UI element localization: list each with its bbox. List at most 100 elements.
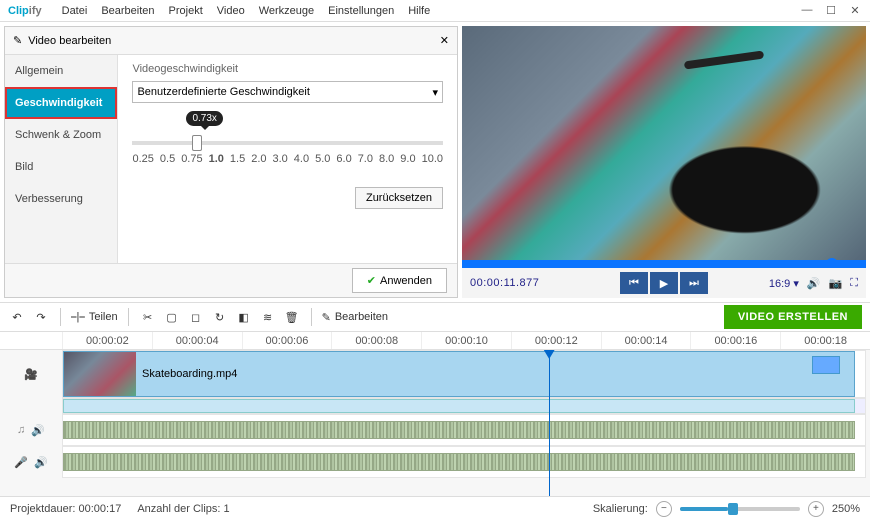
tab-image[interactable]: Bild: [5, 151, 117, 183]
audio2-body[interactable]: [62, 446, 866, 478]
maximize-icon[interactable]: ☐: [824, 4, 838, 17]
fullscreen-icon[interactable]: ⛶: [850, 277, 858, 290]
edit-panel-content: Videogeschwindigkeit Benutzerdefinierte …: [118, 55, 457, 263]
menu-file[interactable]: Datei: [62, 5, 88, 17]
next-button[interactable]: ⏭: [680, 272, 708, 294]
stabilize-button[interactable]: ≋: [259, 308, 277, 326]
apply-button[interactable]: ✔ Anwenden: [352, 268, 447, 293]
titlebar: Clipify Datei Bearbeiten Projekt Video W…: [0, 0, 870, 22]
video-canvas[interactable]: [462, 26, 866, 260]
waveform: [63, 453, 855, 471]
undo-button[interactable]: ↶: [8, 308, 26, 326]
snapshot-icon[interactable]: 📷: [829, 277, 843, 290]
play-button[interactable]: ▶: [650, 272, 678, 294]
toolbar: ↶ ↷ ⎯|⎯Teilen ✂ ▢ ◻ ↻ ◧ ≋ 🗑 ✎Bearbeiten …: [0, 302, 870, 332]
edit-panel-tabs: Allgemein Geschwindigkeit Schwenk & Zoom…: [5, 55, 118, 263]
video-controls: 00:00:11.877 ⏮ ▶ ⏭ 16:9 ▾ 🔊 📷 ⛶: [462, 268, 866, 298]
slider-thumb[interactable]: [192, 135, 202, 151]
audio1-head: ♫ 🔊: [0, 424, 62, 437]
reset-button[interactable]: Zurücksetzen: [355, 187, 443, 209]
rotate-button[interactable]: ↻: [211, 308, 229, 326]
zoom-label: Skalierung:: [593, 503, 648, 515]
video-clip[interactable]: Skateboarding.mp4: [63, 351, 855, 397]
timeline-ruler[interactable]: 00:00:02 00:00:04 00:00:06 00:00:08 00:0…: [0, 332, 870, 350]
speed-section-label: Videogeschwindigkeit: [132, 63, 443, 75]
video-track: 🎥 Skateboarding.mp4: [0, 350, 870, 398]
app-logo: Clipify: [8, 5, 42, 17]
close-icon[interactable]: ✕: [848, 4, 862, 17]
minimize-icon[interactable]: —: [800, 4, 814, 17]
menubar: Datei Bearbeiten Projekt Video Werkzeuge…: [62, 5, 431, 17]
speed-tooltip: 0.73x: [186, 111, 222, 126]
tab-general[interactable]: Allgemein: [5, 55, 117, 87]
audio-track-2: 🎤 🔊: [0, 446, 870, 478]
volume-icon[interactable]: 🔊: [807, 277, 821, 290]
delete-button[interactable]: 🗑: [283, 308, 301, 326]
edit-icon: ✎: [13, 34, 22, 47]
speed-indicator[interactable]: [812, 356, 840, 374]
pencil-icon: ✎: [322, 311, 331, 324]
music-icon: ♫: [17, 424, 25, 436]
mic-icon: 🎤: [14, 456, 28, 469]
menu-tools[interactable]: Werkzeuge: [259, 5, 314, 17]
prev-button[interactable]: ⏮: [620, 272, 648, 294]
video-track-head: 🎥: [0, 368, 62, 381]
clip-count: Anzahl der Clips: 1: [137, 503, 229, 515]
edit-panel-footer: ✔ Anwenden: [5, 263, 457, 297]
check-icon: ✔: [367, 274, 376, 287]
zoom-slider[interactable]: [680, 507, 800, 511]
spacer-track: [0, 398, 870, 414]
create-video-button[interactable]: VIDEO ERSTELLEN: [724, 305, 862, 329]
edit-panel-title: Video bearbeiten: [28, 35, 111, 47]
menu-edit[interactable]: Bearbeiten: [101, 5, 154, 17]
menu-settings[interactable]: Einstellungen: [328, 5, 394, 17]
menu-video[interactable]: Video: [217, 5, 245, 17]
split-button[interactable]: ⎯|⎯Teilen: [71, 311, 118, 324]
tab-speed[interactable]: Geschwindigkeit: [5, 87, 117, 119]
menu-project[interactable]: Projekt: [169, 5, 203, 17]
redo-button[interactable]: ↷: [32, 308, 50, 326]
chevron-down-icon: ▾: [432, 86, 438, 99]
crop-button[interactable]: ▢: [163, 308, 181, 326]
speed-slider[interactable]: 0.73x 0.25 0.5 0.75 1.0 1.5 2.0 3.0 4.0 …: [132, 133, 443, 183]
audio1-body[interactable]: [62, 414, 866, 446]
camera-icon: 🎥: [24, 368, 38, 381]
cut-button[interactable]: ✂: [139, 308, 157, 326]
timeline: 00:00:02 00:00:04 00:00:06 00:00:08 00:0…: [0, 332, 870, 496]
edit-button[interactable]: ✎Bearbeiten: [322, 311, 388, 324]
audio-track-1: ♫ 🔊: [0, 414, 870, 446]
video-track-body[interactable]: Skateboarding.mp4: [62, 350, 866, 398]
window-controls: — ☐ ✕: [800, 4, 862, 17]
speed-dropdown[interactable]: Benutzerdefinierte Geschwindigkeit ▾: [132, 81, 443, 103]
clip-thumbnail: [64, 352, 136, 396]
zoom-out-button[interactable]: −: [656, 501, 672, 517]
tab-pan-zoom[interactable]: Schwenk & Zoom: [5, 119, 117, 151]
ruler-ticks: 00:00:02 00:00:04 00:00:06 00:00:08 00:0…: [62, 332, 870, 349]
audio2-head: 🎤 🔊: [0, 456, 62, 469]
frame-button[interactable]: ◻: [187, 308, 205, 326]
tab-enhance[interactable]: Verbesserung: [5, 183, 117, 215]
clip-name: Skateboarding.mp4: [142, 368, 237, 380]
zoom-value: 250%: [832, 503, 860, 515]
speaker-icon[interactable]: 🔊: [31, 424, 45, 437]
edit-panel-header: ✎ Video bearbeiten ✕: [5, 27, 457, 55]
edit-panel: ✎ Video bearbeiten ✕ Allgemein Geschwind…: [4, 26, 458, 298]
zoom-in-button[interactable]: +: [808, 501, 824, 517]
speed-dropdown-value: Benutzerdefinierte Geschwindigkeit: [137, 86, 309, 98]
panel-close-icon[interactable]: ✕: [440, 34, 449, 47]
preview-pane: 00:00:11.877 ⏮ ▶ ⏭ 16:9 ▾ 🔊 📷 ⛶: [462, 26, 866, 298]
menu-help[interactable]: Hilfe: [408, 5, 430, 17]
transport-controls: ⏮ ▶ ⏭: [620, 272, 708, 294]
aspect-ratio[interactable]: 16:9 ▾: [769, 277, 799, 290]
video-seek-bar[interactable]: [462, 260, 866, 268]
color-button[interactable]: ◧: [235, 308, 253, 326]
tracks: 🎥 Skateboarding.mp4 ♫ 🔊 🎤: [0, 350, 870, 496]
playhead[interactable]: [549, 350, 550, 496]
split-icon: ⎯|⎯: [71, 311, 85, 324]
speaker-icon[interactable]: 🔊: [34, 456, 48, 469]
statusbar: Projektdauer: 00:00:17 Anzahl der Clips:…: [0, 496, 870, 520]
project-duration: Projektdauer: 00:00:17: [10, 503, 121, 515]
waveform: [63, 421, 855, 439]
slider-track: [132, 141, 443, 145]
slider-ticks: 0.25 0.5 0.75 1.0 1.5 2.0 3.0 4.0 5.0 6.…: [132, 153, 443, 165]
